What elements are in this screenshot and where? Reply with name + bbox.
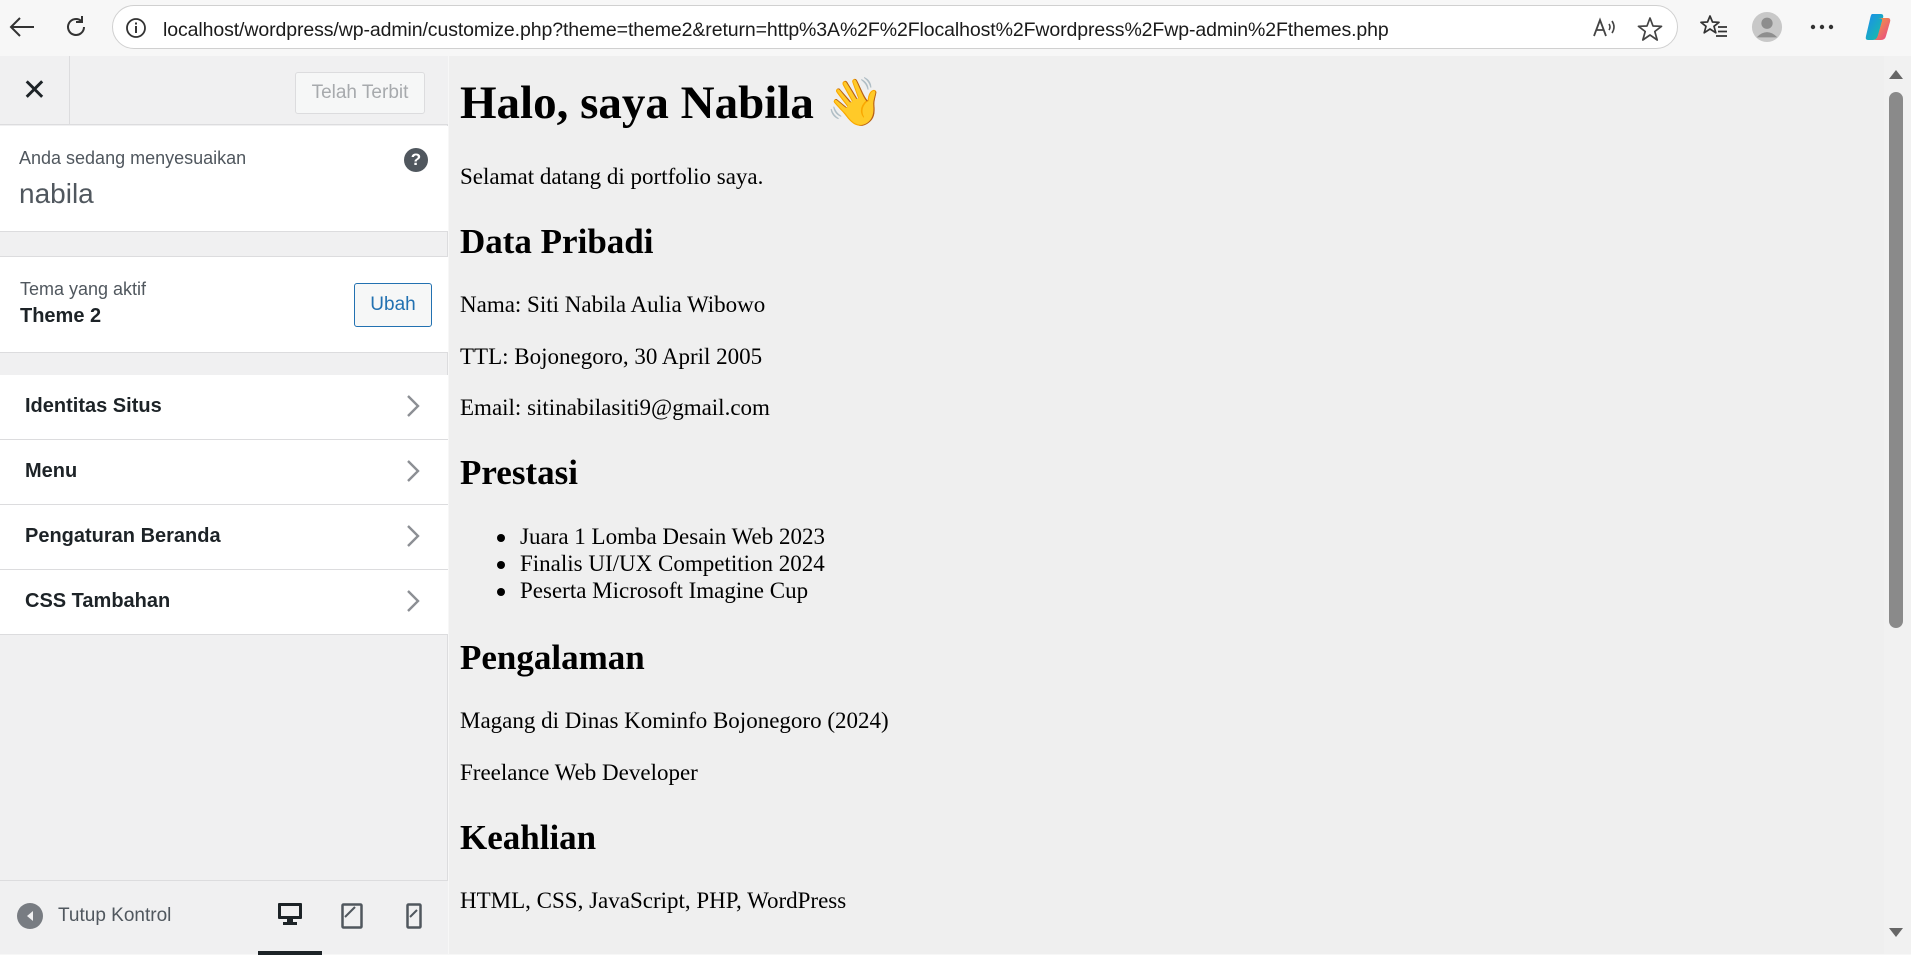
list-item: Juara 1 Lomba Desain Web 2023 <box>460 524 825 551</box>
preview-tablet-button[interactable] <box>320 881 384 955</box>
email-text: Email: sitinabilasiti9@gmail.com <box>460 395 770 420</box>
collapse-label: Tutup Kontrol <box>58 905 172 926</box>
back-icon[interactable] <box>6 11 38 43</box>
desktop-icon <box>277 902 303 931</box>
section-additional-css[interactable]: CSS Tambahan <box>0 570 448 635</box>
customizing-info: Anda sedang menyesuaikan nabila ? <box>0 126 448 232</box>
chevron-right-icon <box>406 393 420 424</box>
refresh-icon[interactable] <box>60 11 92 43</box>
site-preview: Halo, saya Nabila 👋 Selamat datang di po… <box>449 56 1884 954</box>
preview-desktop-button[interactable] <box>258 881 322 955</box>
collapse-arrow-icon <box>17 903 43 929</box>
section-label: CSS Tambahan <box>25 590 171 612</box>
chevron-right-icon <box>406 458 420 489</box>
customizer-header: ✕ Telah Terbit <box>0 56 448 125</box>
page-title: Halo, saya Nabila 👋 <box>460 77 885 129</box>
customizer-sidebar: ✕ Telah Terbit Anda sedang menyesuaikan … <box>0 56 448 955</box>
preview-scrollbar[interactable] <box>1884 56 1911 954</box>
section-site-identity[interactable]: Identitas Situs <box>0 375 448 440</box>
skills-heading: Keahlian <box>460 818 597 857</box>
favorites-list-icon[interactable] <box>1698 11 1730 43</box>
chevron-right-icon <box>406 588 420 619</box>
chevron-right-icon <box>406 523 420 554</box>
list-item: Finalis UI/UX Competition 2024 <box>460 551 825 578</box>
intro-text: Selamat datang di portfolio saya. <box>460 164 764 189</box>
publish-button[interactable]: Telah Terbit <box>295 72 425 114</box>
customizing-label: Anda sedang menyesuaikan <box>19 148 247 168</box>
experience-text: Magang di Dinas Kominfo Bojonegoro (2024… <box>460 708 889 733</box>
customizer-sections: Identitas Situs Menu Pengaturan Beranda … <box>0 375 448 635</box>
collapse-sidebar-button[interactable]: Tutup Kontrol <box>17 903 171 929</box>
scroll-down-arrow-icon[interactable] <box>1889 928 1903 937</box>
address-bar[interactable]: localhost/wordpress/wp-admin/customize.p… <box>112 5 1678 49</box>
help-icon[interactable]: ? <box>404 148 428 172</box>
section-label: Menu <box>25 460 78 482</box>
active-theme-label: Tema yang aktif <box>20 279 147 299</box>
section-label: Identitas Situs <box>25 395 162 417</box>
more-options-icon[interactable] <box>1806 11 1838 43</box>
copilot-icon[interactable] <box>1862 11 1894 43</box>
change-theme-button[interactable]: Ubah <box>354 283 432 327</box>
scroll-up-arrow-icon[interactable] <box>1889 70 1903 79</box>
active-theme-panel: Tema yang aktif Theme 2 Ubah <box>0 256 448 353</box>
profile-avatar-icon[interactable] <box>1751 11 1783 43</box>
experience-heading: Pengalaman <box>460 638 645 677</box>
achievements-heading: Prestasi <box>460 453 578 492</box>
section-menus[interactable]: Menu <box>0 440 448 505</box>
achievements-list: Juara 1 Lomba Desain Web 2023 Finalis UI… <box>460 524 825 605</box>
skills-text: HTML, CSS, JavaScript, PHP, WordPress <box>460 888 847 913</box>
tablet-icon <box>341 902 363 934</box>
url-text[interactable]: localhost/wordpress/wp-admin/customize.p… <box>163 19 1389 42</box>
mobile-icon <box>406 902 422 934</box>
section-label: Pengaturan Beranda <box>25 525 221 547</box>
scroll-thumb[interactable] <box>1889 92 1903 628</box>
name-text: Nama: Siti Nabila Aulia Wibowo <box>460 292 766 317</box>
close-customizer-button[interactable]: ✕ <box>0 56 70 125</box>
site-info-icon[interactable] <box>125 17 147 44</box>
personal-data-heading: Data Pribadi <box>460 222 654 261</box>
favorite-star-icon[interactable] <box>1637 16 1663 47</box>
list-item: Peserta Microsoft Imagine Cup <box>460 578 825 605</box>
read-aloud-icon[interactable] <box>1591 16 1617 45</box>
birth-text: TTL: Bojonegoro, 30 April 2005 <box>460 344 763 369</box>
browser-toolbar: localhost/wordpress/wp-admin/customize.p… <box>0 0 1911 55</box>
site-name: nabila <box>19 178 94 209</box>
customizer-footer: Tutup Kontrol <box>0 880 448 955</box>
close-icon: ✕ <box>21 74 48 107</box>
preview-mobile-button[interactable] <box>382 881 446 955</box>
experience-text: Freelance Web Developer <box>460 760 698 785</box>
section-homepage-settings[interactable]: Pengaturan Beranda <box>0 505 448 570</box>
active-theme-name: Theme 2 <box>20 305 102 327</box>
